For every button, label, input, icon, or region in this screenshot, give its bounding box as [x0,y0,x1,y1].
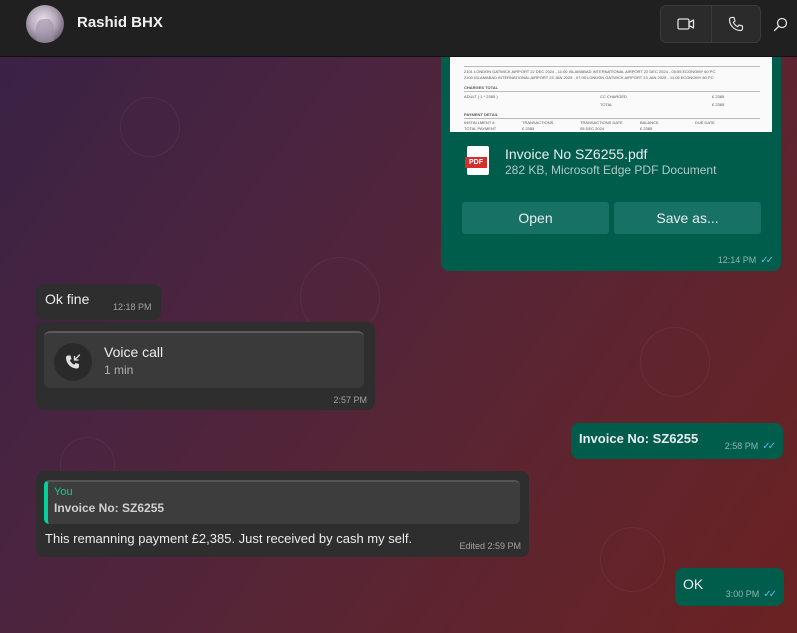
preview-text: 2101 LONDON GATWICK AIRPORT 22 DEC 2024 … [464,69,716,74]
read-ticks-icon: ✓✓ [760,255,774,266]
preview-text: £ 2385 [712,102,725,107]
preview-text: ADULT ( 1 * 2385 ) [464,94,498,99]
search-button[interactable] [770,14,792,36]
message-text: Invoice No: SZ6255 [579,431,699,446]
phone-icon [728,16,743,32]
message-time: Edited 2:59 PM [459,541,521,551]
search-icon [773,17,788,32]
video-call-button[interactable] [661,6,711,42]
chat-header: Rashid BHX [0,0,797,57]
message-text: OK [683,576,704,592]
chat-area[interactable]: 2101 LONDON GATWICK AIRPORT 22 DEC 2024 … [0,57,797,633]
message-time-text: 3:00 PM [725,589,760,599]
outgoing-message[interactable]: OK 3:00 PM ✓✓ [675,568,784,606]
quoted-message[interactable]: You Invoice No: SZ6255 [44,480,520,524]
preview-text: BALANCE [640,120,659,125]
video-camera-icon [677,18,694,30]
outgoing-message[interactable]: Invoice No: SZ6255 2:58 PM ✓✓ [571,423,783,459]
incoming-message[interactable]: Ok fine 12:18 PM [36,284,161,320]
call-icon-circle [54,343,92,381]
preview-line [464,118,760,119]
preview-text: CHARGES TOTAL [464,85,499,90]
voice-call-title: Voice call [104,344,164,360]
message-time-text: 12:14 PM [717,255,757,265]
read-ticks-icon: ✓✓ [762,441,776,452]
voice-call-card[interactable]: Voice call 1 min [44,331,364,388]
message-text: Ok fine [45,291,90,307]
preview-text: TOTAL [600,102,613,107]
preview-text: TOTAL PAYMENT [464,126,497,131]
missed-call-arrow-icon [66,354,81,369]
quote-text: Invoice No: SZ6255 [54,501,165,515]
preview-line [464,91,760,92]
contact-name[interactable]: Rashid BHX [77,14,163,31]
background-doodle [640,327,710,397]
preview-text: CC CHARGED [600,94,627,99]
contact-avatar[interactable] [26,5,64,43]
preview-text: 2100 ISLAMABAD INTERNATIONAL AIRPORT 23 … [464,75,714,80]
message-time: 12:14 PM ✓✓ [717,255,774,266]
voice-call-duration: 1 min [104,363,134,377]
preview-text: INSTALLMENT # [464,120,495,125]
preview-text: TRANSACTIONS [522,120,554,125]
document-message[interactable]: 2101 LONDON GATWICK AIRPORT 22 DEC 2024 … [441,57,781,271]
incoming-reply-message[interactable]: You Invoice No: SZ6255 This remanning pa… [36,471,529,557]
preview-line [464,66,760,67]
document-file-name[interactable]: Invoice No SZ6255.pdf [505,146,647,162]
message-time: 2:58 PM ✓✓ [724,441,776,452]
voice-call-button[interactable] [710,6,761,42]
message-time: 2:57 PM [333,395,367,405]
preview-text: DUE DATE [695,120,715,125]
preview-text: TRANSACTIONS DATE [580,120,623,125]
pdf-file-icon: PDF [465,146,489,175]
document-file-info: 282 KB, Microsoft Edge PDF Document [505,163,717,177]
message-time-text: 2:58 PM [724,441,759,451]
preview-text: PAYMENT DETAIL [464,112,499,117]
preview-text: £ 2385 [640,126,653,131]
quote-author: You [54,486,73,498]
background-doodle [120,97,180,157]
preview-text: 05 DEC 2024 [580,126,605,131]
preview-text: £ 2385 [522,126,535,131]
message-time: 3:00 PM ✓✓ [725,589,777,600]
background-doodle [600,527,665,592]
voice-call-message[interactable]: Voice call 1 min 2:57 PM [36,322,375,410]
call-button-group [660,5,761,43]
preview-text: £ 2385 [712,94,725,99]
open-button[interactable]: Open [462,202,609,234]
message-text: This remanning payment £2,385. Just rece… [45,531,413,546]
document-preview[interactable]: 2101 LONDON GATWICK AIRPORT 22 DEC 2024 … [450,57,772,132]
read-ticks-icon: ✓✓ [763,589,777,600]
save-as-button[interactable]: Save as... [614,202,761,234]
message-time: 12:18 PM [113,302,152,312]
